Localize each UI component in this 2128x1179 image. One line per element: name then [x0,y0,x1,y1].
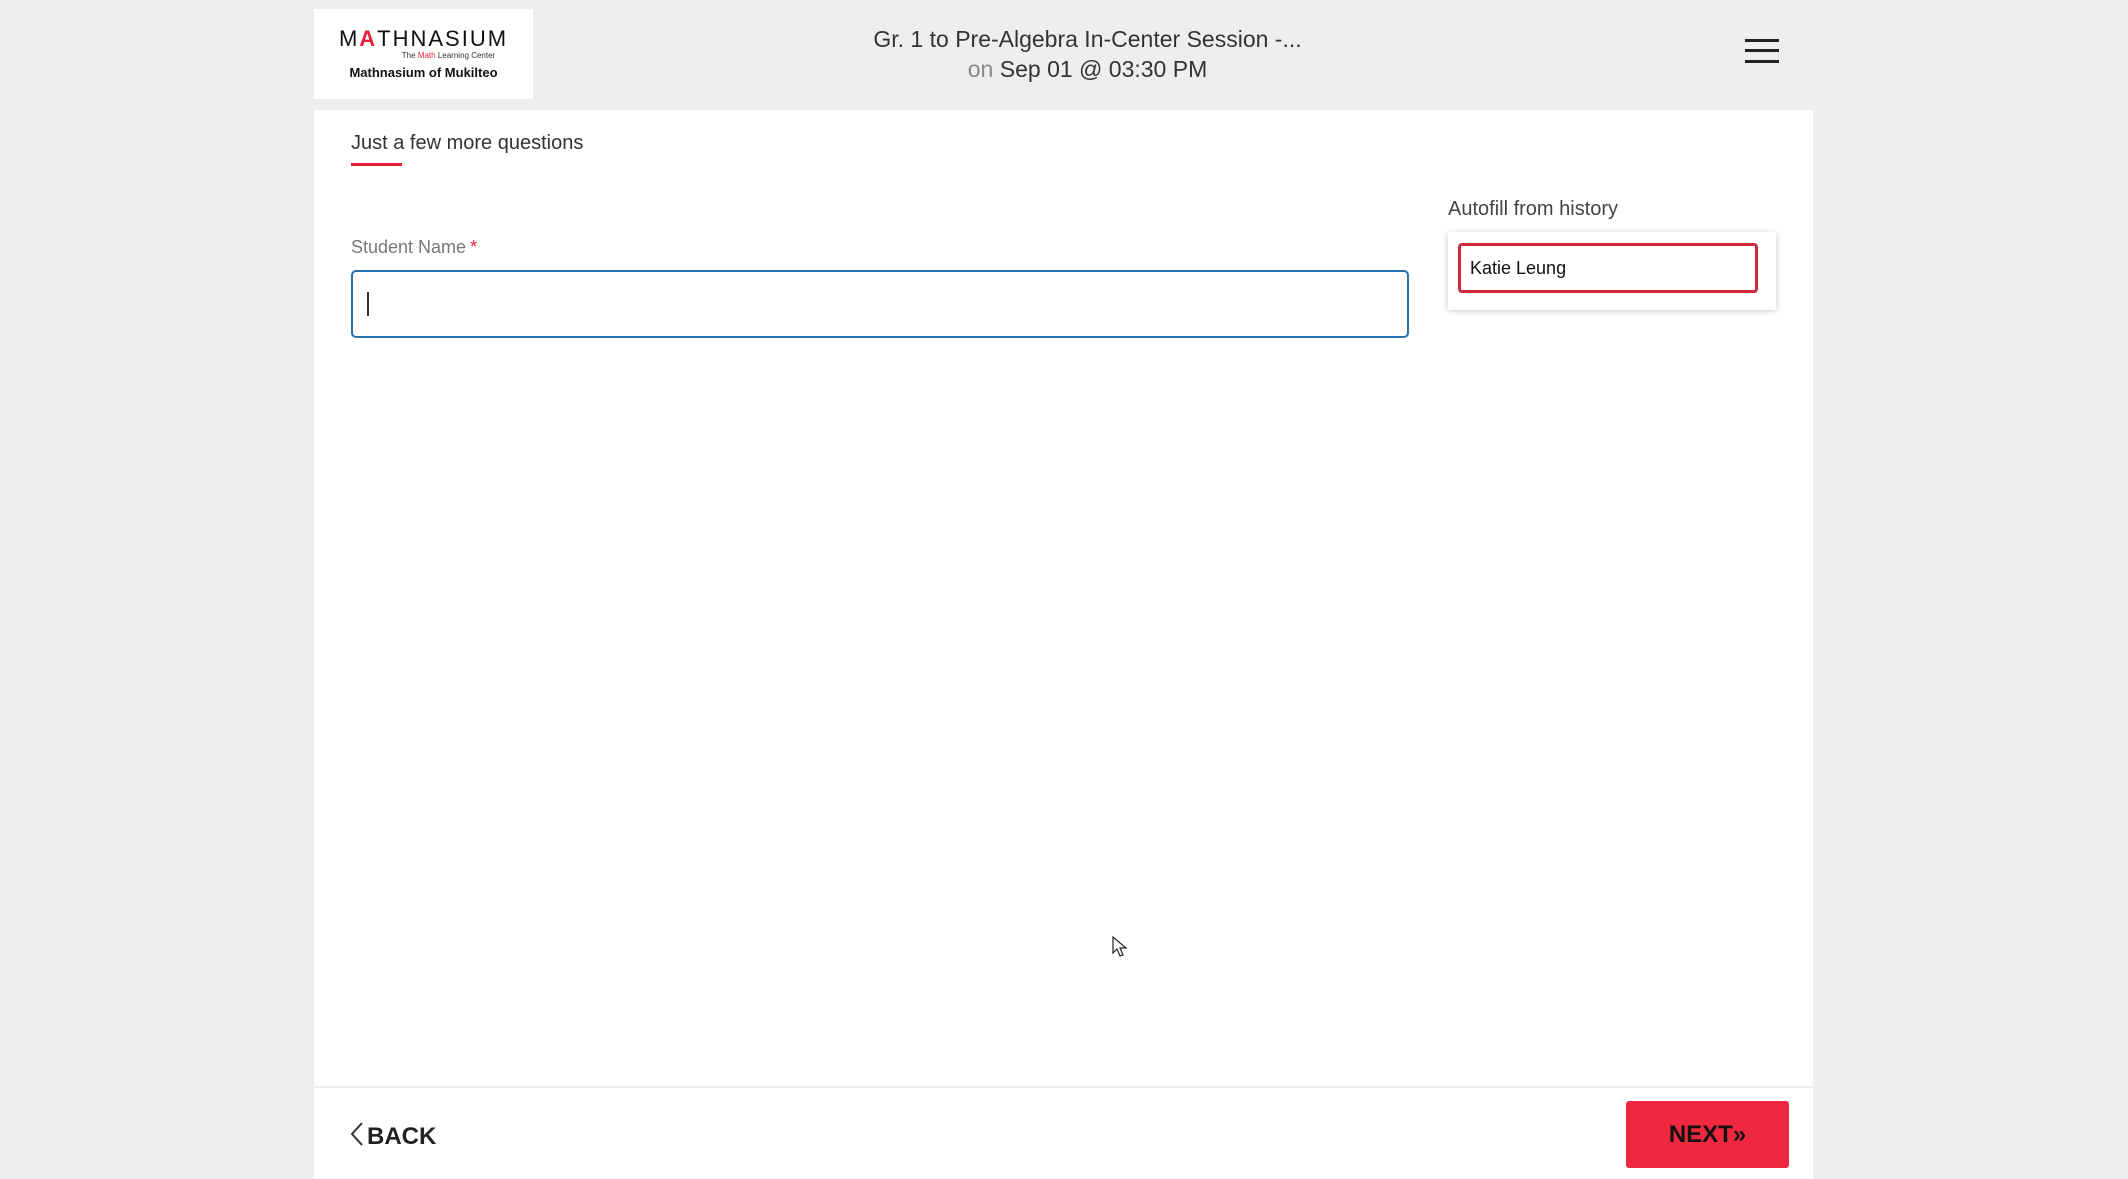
session-title: Gr. 1 to Pre-Algebra In-Center Session -… [873,26,1302,52]
section-title: Just a few more questions [351,132,584,154]
center-logo[interactable]: MATHNASIUM The Math Learning Center Math… [314,9,533,99]
student-name-label-text: Student Name [351,237,467,257]
page: MATHNASIUM The Math Learning Center Math… [0,0,2128,1179]
footer-divider [314,1086,1813,1088]
logo-wordmark: MATHNASIUM [338,26,509,51]
back-button[interactable]: BACK [349,1115,436,1159]
logo-center-name: Mathnasium of Mukilteo [349,65,498,80]
student-name-label: Student Name * [351,237,477,258]
session-datetime-value: Sep 01 @ 03:30 PM [999,56,1208,82]
section-title-underline [351,163,402,166]
mouse-pointer-icon [1112,935,1128,963]
session-datetime: on Sep 01 @ 03:30 PM [700,54,1475,84]
text-caret [367,292,369,316]
autofill-list: Katie Leung [1448,232,1776,310]
session-datetime-prefix: on [967,56,994,82]
autofill-item[interactable]: Katie Leung [1458,243,1758,293]
autofill-label: Autofill from history [1448,198,1619,220]
next-button-label: NEXT» [1668,1120,1747,1148]
chevron-left-icon [349,1121,365,1154]
required-marker: * [470,237,478,257]
form-card: Just a few more questions Student Name * … [314,110,1813,1179]
student-name-input[interactable] [351,270,1409,338]
next-button[interactable]: NEXT» [1626,1101,1789,1168]
logo-tagline: The Math Learning Center [401,51,496,60]
back-button-label: BACK [367,1123,437,1150]
hamburger-menu-icon[interactable] [1745,37,1779,65]
